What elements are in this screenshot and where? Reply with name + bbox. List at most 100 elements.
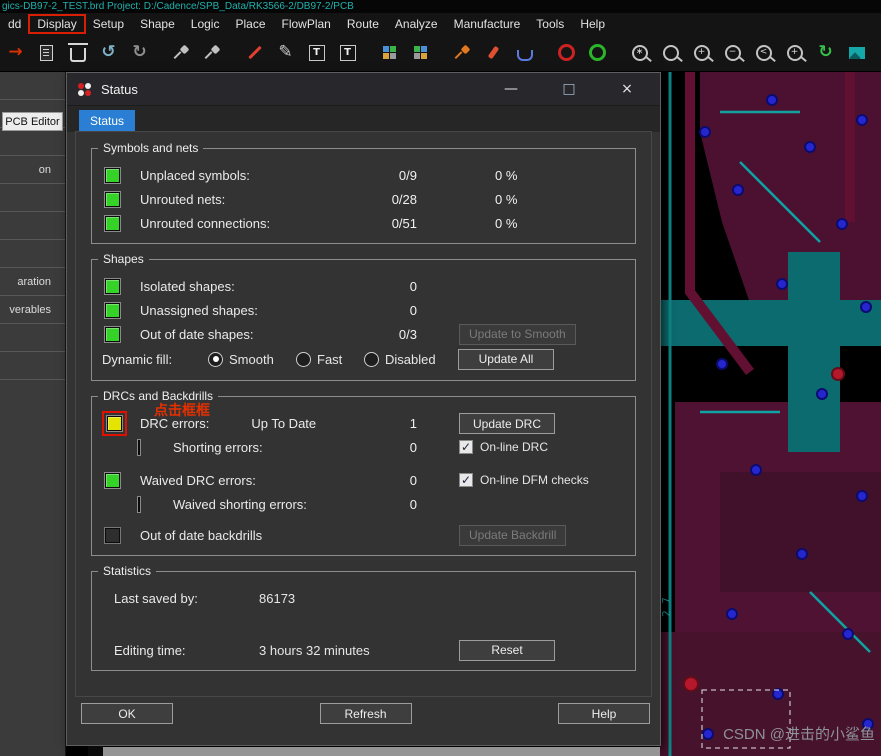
help-button[interactable]: Help [558, 703, 650, 724]
magnifier-shape [662, 44, 679, 61]
menu-item-manufacture[interactable]: Manufacture [446, 15, 529, 33]
panel-item[interactable]: aration [0, 268, 65, 296]
update-to-smooth-button: Update to Smooth [459, 323, 576, 345]
online-drc-checkbox[interactable]: ✓ On-line DRC [459, 440, 625, 454]
status-led-green [105, 302, 120, 318]
panel-item[interactable] [0, 184, 65, 212]
menu-item-setup[interactable]: Setup [85, 15, 132, 33]
layers-icon[interactable] [843, 39, 870, 66]
drc-errors-led[interactable] [107, 416, 122, 431]
menu-item-route[interactable]: Route [339, 15, 387, 33]
close-button[interactable]: × [614, 78, 640, 100]
update-drc-button[interactable]: Update DRC [459, 413, 555, 434]
radio-dot [296, 351, 311, 367]
menu-item-shape[interactable]: Shape [132, 15, 183, 33]
menu-item-logic[interactable]: Logic [183, 15, 228, 33]
pin-shape [205, 45, 220, 60]
delete-icon[interactable] [64, 39, 91, 66]
pcb-editor-tab[interactable]: PCB Editor [2, 112, 63, 131]
pin-angle-icon[interactable] [199, 39, 226, 66]
panel-item[interactable]: verables [0, 296, 65, 324]
online-dfm-checkbox[interactable]: ✓ On-line DFM checks [459, 473, 625, 487]
radio-fast[interactable]: Fast [296, 351, 364, 367]
toolbar: → ↺ ↻ ✎ T T ∗ + − < + ↻ # [0, 34, 881, 72]
tab-status[interactable]: Status [79, 110, 136, 132]
editing-time-value: 3 hours 32 minutes [259, 642, 370, 658]
checkbox-checked: ✓ [459, 440, 473, 454]
zoom-in-icon[interactable]: + [688, 39, 715, 66]
zoom-points-icon[interactable]: ∗ [626, 39, 653, 66]
pcb-canvas[interactable]: 2 7 [660, 72, 881, 756]
menu-item-flowplan[interactable]: FlowPlan [274, 15, 339, 33]
ratsnest-on-icon[interactable] [553, 39, 580, 66]
update-all-button[interactable]: Update All [458, 348, 554, 370]
dart-shape [455, 45, 470, 60]
group-title: Symbols and nets [98, 141, 204, 155]
dart-orange-icon[interactable] [449, 39, 476, 66]
row-unrouted-nets: Unrouted nets: 0/28 0 % [102, 187, 625, 211]
zoom-selection-icon[interactable]: + [781, 39, 808, 66]
annotation-click-the-box: 点击框框 [154, 402, 210, 418]
radio-dot [364, 351, 379, 367]
panel-item[interactable] [0, 240, 65, 268]
zoom-previous-icon[interactable]: < [750, 39, 777, 66]
module-swap-icon[interactable] [376, 39, 403, 66]
brush-icon[interactable] [480, 39, 507, 66]
magnifier-shape: < [755, 44, 772, 61]
line-slash-icon[interactable] [241, 39, 268, 66]
menu-item-add[interactable]: dd [0, 15, 29, 33]
picture-shape [848, 46, 865, 59]
radio-smooth[interactable]: Smooth [208, 351, 296, 367]
panel-item[interactable] [0, 352, 65, 380]
grid-icon[interactable]: # [874, 39, 881, 66]
maximize-button[interactable]: □ [556, 78, 582, 100]
row-dynamic-fill: Dynamic fill: Smooth Fast Disabled Updat… [102, 346, 625, 372]
last-saved-value: 86173 [259, 590, 296, 606]
watermark: CSDN @进击的小鲨鱼 [723, 726, 875, 743]
panel-item[interactable] [0, 212, 65, 240]
row-unassigned-shapes: Unassigned shapes: 0 [102, 298, 625, 322]
minimize-button[interactable]: — [498, 78, 524, 100]
status-led-green [105, 167, 120, 183]
via-icon[interactable] [511, 39, 538, 66]
reset-button[interactable]: Reset [459, 639, 555, 661]
panel-item[interactable] [0, 128, 65, 156]
radio-disabled[interactable]: Disabled [364, 351, 458, 367]
text-edit-icon[interactable]: T [334, 39, 361, 66]
green-ring-shape [589, 44, 606, 61]
magnifier-shape: − [724, 44, 741, 61]
menu-item-analyze[interactable]: Analyze [387, 15, 446, 33]
menu-item-help[interactable]: Help [572, 15, 613, 33]
paste-icon[interactable] [33, 39, 60, 66]
document-shape [40, 44, 53, 61]
pencil-icon[interactable]: ✎ [272, 39, 299, 66]
ratsnest-off-icon[interactable] [584, 39, 611, 66]
add-arrow-icon[interactable]: → [2, 39, 29, 66]
panel-item[interactable]: on [0, 156, 65, 184]
radio-dot [208, 351, 223, 367]
panel-item[interactable] [0, 324, 65, 352]
zoom-out-icon[interactable]: − [719, 39, 746, 66]
pin-icon[interactable] [168, 39, 195, 66]
module-update-icon[interactable] [407, 39, 434, 66]
undo-icon[interactable]: ↺ [95, 39, 122, 66]
menu-item-display[interactable]: Display [28, 13, 86, 34]
text-icon[interactable]: T [303, 39, 330, 66]
status-led-off [105, 527, 120, 543]
ok-button[interactable]: OK [81, 703, 173, 724]
redo-icon[interactable]: ↻ [126, 39, 153, 66]
zoom-fit-icon[interactable] [657, 39, 684, 66]
pcb-side-text: 2 7 [660, 597, 673, 617]
row-out-of-date-shapes: Out of date shapes: 0/3 Update to Smooth [102, 322, 625, 346]
toolbar-separator [157, 42, 164, 64]
menu-item-place[interactable]: Place [227, 15, 273, 33]
row-isolated-shapes: Isolated shapes: 0 [102, 274, 625, 298]
text-box-shape: T [308, 44, 325, 61]
menu-item-tools[interactable]: Tools [528, 15, 572, 33]
left-dock-panel: on aration verables PCB Editor [0, 72, 66, 756]
panel-item[interactable] [0, 72, 65, 100]
row-shorting-errors: Shorting errors: 0 ✓ On-line DRC [102, 435, 625, 459]
refresh-button[interactable]: Refresh [319, 703, 412, 724]
redraw-icon[interactable]: ↻ [812, 39, 839, 66]
toolbar-separator [542, 42, 549, 64]
